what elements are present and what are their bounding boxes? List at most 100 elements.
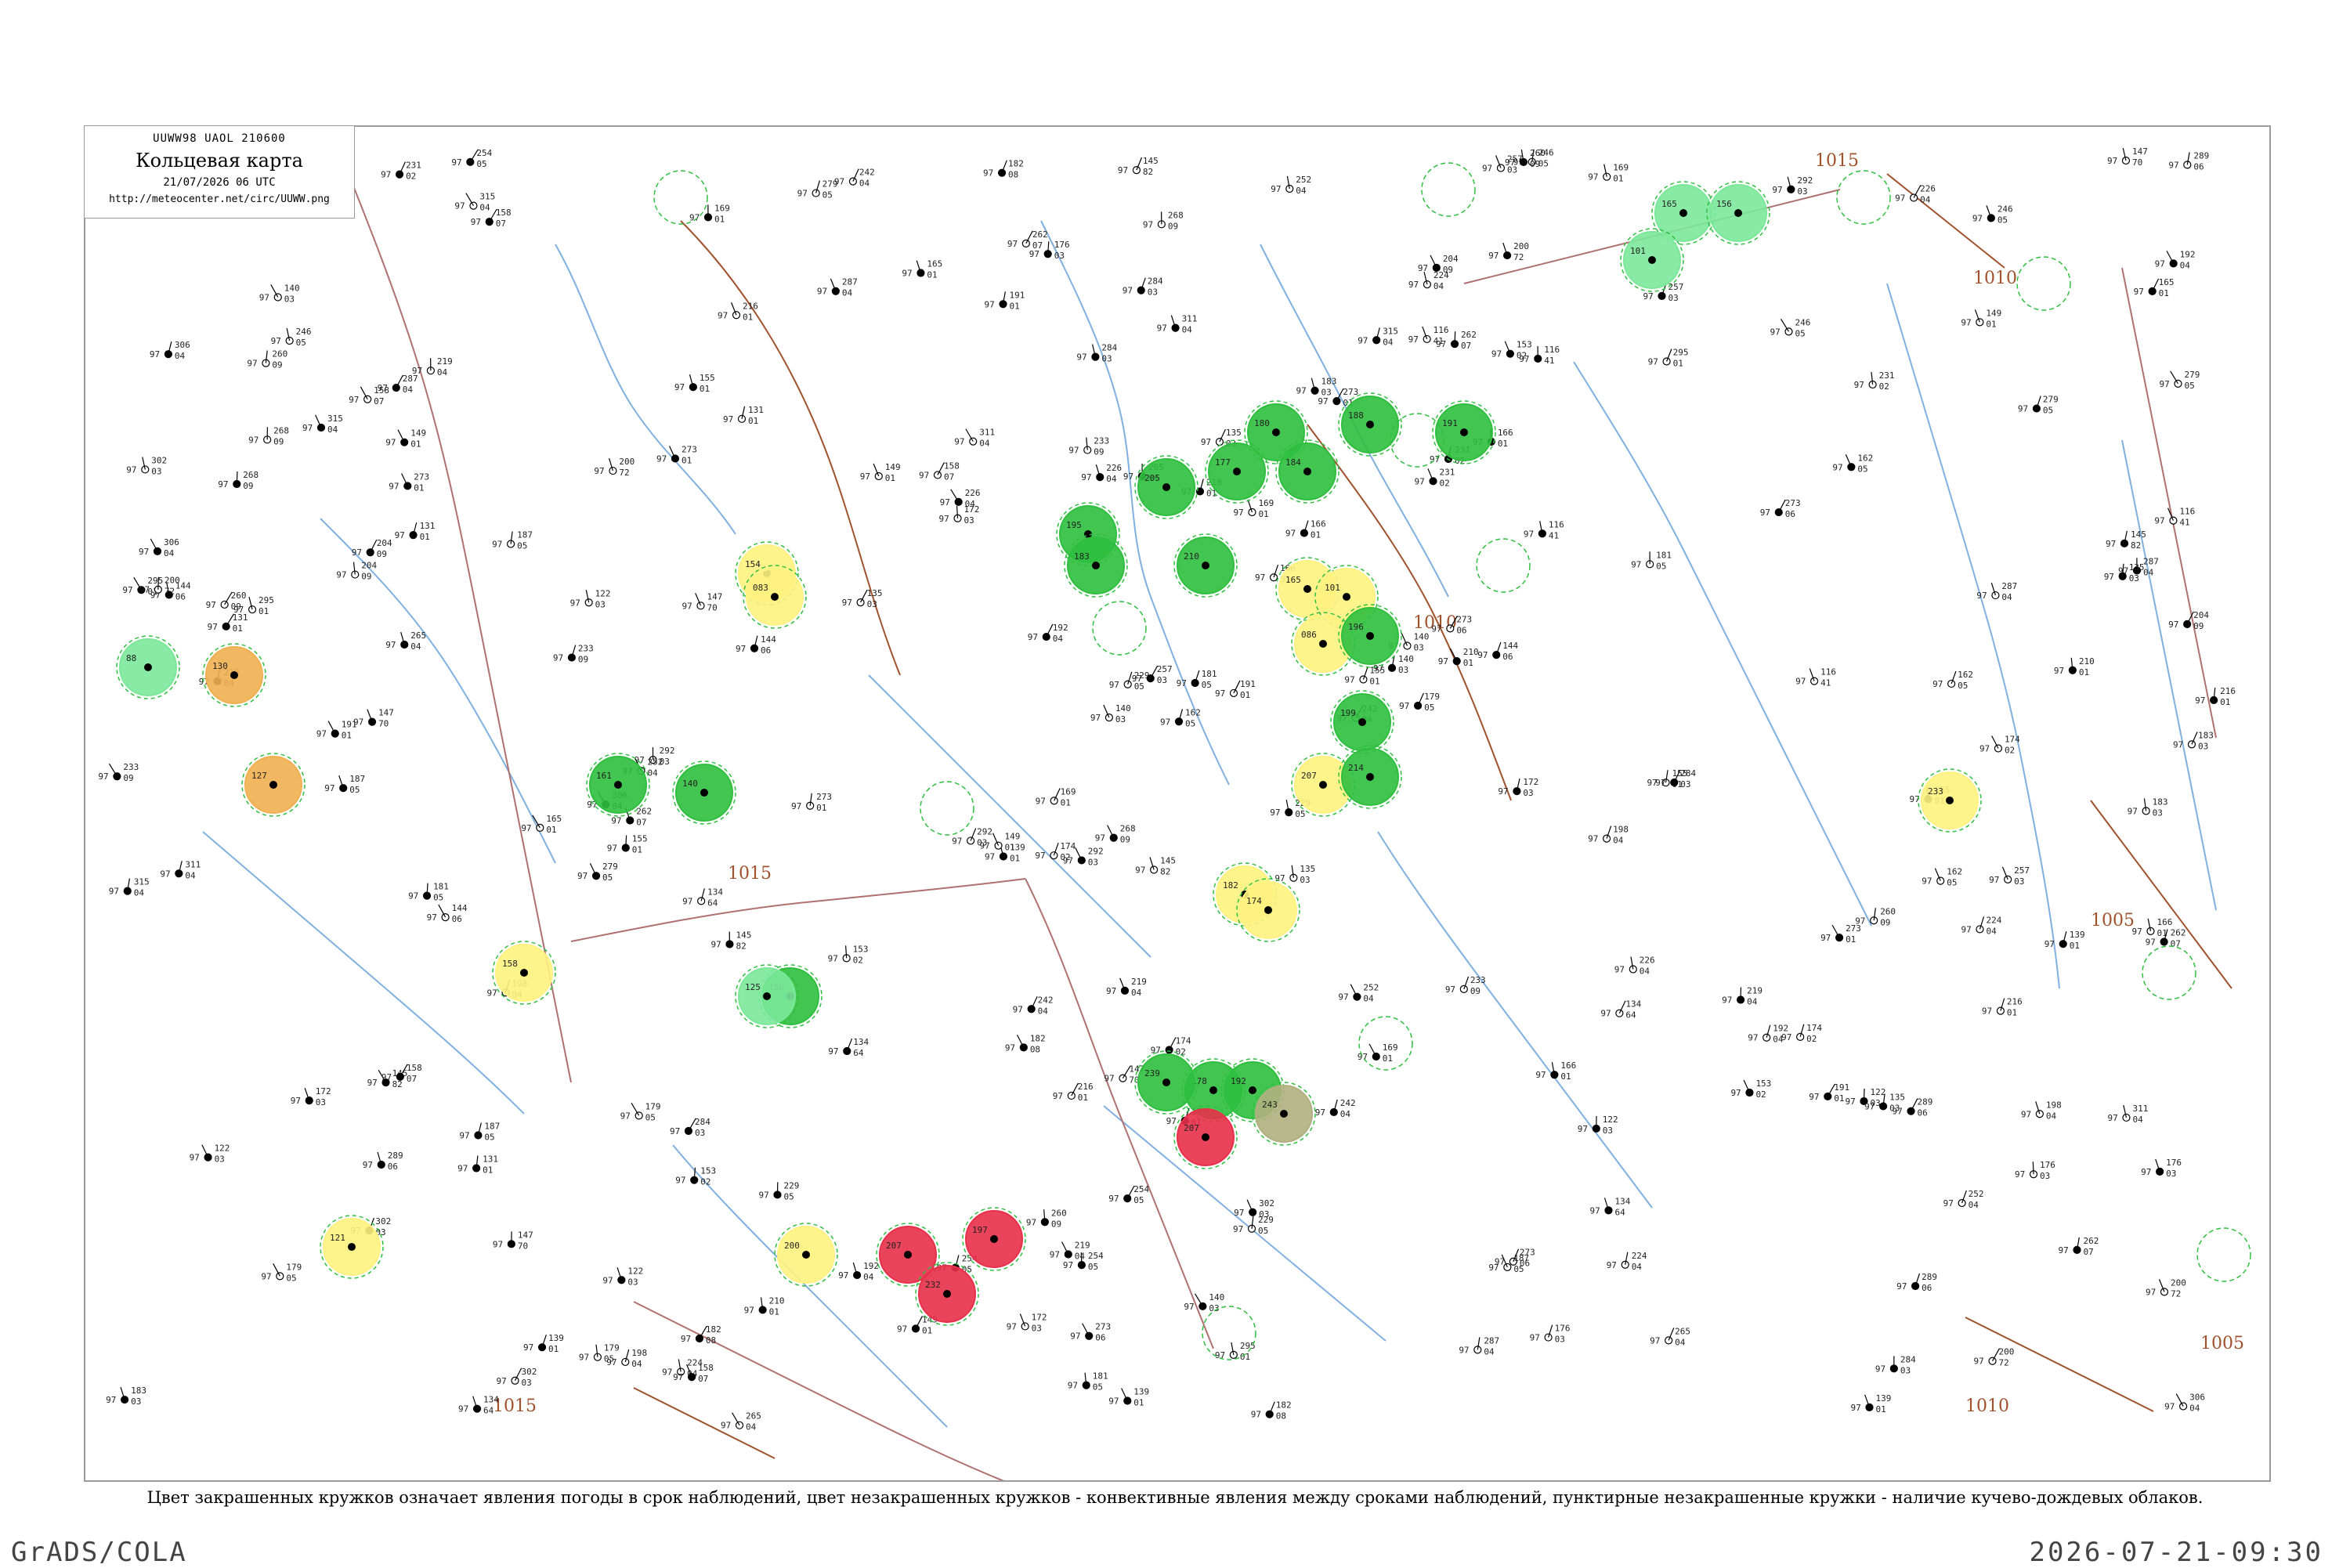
station-plot[interactable]: 2469705 [1972,204,2013,225]
station-plot[interactable]: 1539702 [1491,340,1532,361]
weather-circle[interactable]: 184 [1276,440,1339,503]
station-plot[interactable]: 2109701 [2054,656,2095,677]
station-plot[interactable]: 2009772 [594,457,634,478]
station-plot[interactable]: 2299705 [1109,670,1150,692]
station-plot[interactable]: 2009772 [1488,241,1529,262]
station-plot[interactable]: 2609709 [206,591,247,612]
station-plot[interactable]: 2739701 [791,792,832,813]
station-plot[interactable]: 1359703 [1274,864,1315,885]
station-plot[interactable]: 2429704 [1315,1098,1356,1119]
station-plot[interactable]: 3119704 [1157,314,1198,335]
weather-circle[interactable]: 121 [320,1216,383,1278]
station-plot[interactable]: 2549705 [1108,1184,1149,1205]
station-plot[interactable]: 2739701 [1820,923,1861,945]
station-plot[interactable]: 1839703 [2128,797,2168,818]
weather-circle[interactable]: 88 [117,636,179,699]
station-plot[interactable]: 1229703 [190,1143,230,1165]
station-plot[interactable]: 1819705 [408,882,449,903]
station-plot[interactable]: 3069704 [139,537,179,558]
station-plot[interactable]: 1459782 [2106,529,2146,551]
station-plot[interactable]: 1769703 [2015,1160,2055,1181]
station-plot[interactable]: 2269704 [1614,955,1655,976]
station-plot[interactable]: 1919701 [985,290,1025,311]
station-plot[interactable]: 1359703 [842,588,883,609]
station-plot[interactable]: 2269704 [1895,183,1936,204]
station-plot[interactable]: 1749702 [1979,735,2020,756]
cb-ring[interactable] [1422,163,1475,216]
station-plot[interactable]: 1879705 [324,774,365,795]
station-plot[interactable]: 3159704 [109,877,150,898]
station-plot[interactable]: 1829708 [1251,1400,1292,1422]
station-plot[interactable]: 2579703 [1989,865,2030,887]
station-plot[interactable]: 1879705 [492,530,533,551]
cb-ring[interactable] [2017,257,2070,310]
station-plot[interactable]: 1729703 [1007,1312,1047,1333]
station-plot[interactable]: 1399701 [1851,1393,1892,1414]
station-plot[interactable]: 1399701 [2044,930,2085,951]
weather-circle[interactable]: 197 [963,1208,1025,1270]
station-plot[interactable]: 2169701 [1982,997,2023,1018]
station-plot[interactable]: 3159704 [302,414,343,435]
station-plot[interactable]: 1829708 [983,159,1024,180]
station-plot[interactable]: 1629705 [1932,670,1973,691]
station-plot[interactable]: 1499701 [1961,308,2001,329]
weather-circle[interactable]: 140 [673,761,736,824]
station-plot[interactable]: 1799705 [579,1343,620,1364]
station-plot[interactable]: 1459782 [1118,156,1159,177]
station-plot[interactable]: 2849703 [670,1117,710,1138]
station-plot[interactable]: 1229703 [570,588,611,609]
station-plot[interactable]: 2339709 [1445,975,1486,996]
station-plot[interactable]: 2429704 [1013,995,1054,1016]
station-plot[interactable]: 1989704 [1588,825,1629,846]
station-plot[interactable]: 1929704 [1028,623,1068,644]
station-plot[interactable]: 2339709 [553,644,594,665]
station-plot[interactable]: 2319702 [1415,467,1455,488]
station-plot[interactable]: 1349764 [1589,1196,1630,1217]
station-plot[interactable]: 1839703 [106,1386,146,1407]
weather-circle[interactable]: 199 [1331,691,1394,753]
station-plot[interactable]: 1729703 [291,1086,331,1107]
station-plot[interactable]: 2929703 [952,826,992,847]
station-plot[interactable]: 1659701 [2134,277,2175,298]
station-plot[interactable]: 1399701 [1108,1387,1149,1408]
station-plot[interactable]: 2799705 [2018,395,2059,416]
station-plot[interactable]: 2469705 [1770,317,1810,338]
station-plot[interactable]: 1169741 [1795,667,1836,688]
weather-circle[interactable]: 205 [1135,456,1198,518]
station-plot[interactable]: 2659704 [1650,1326,1690,1347]
cb-ring[interactable] [1837,171,1890,224]
station-plot[interactable]: 2339709 [1068,436,1109,457]
station-plot[interactable]: 1839703 [1296,377,1337,398]
station-plot[interactable]: 1589707 [471,208,512,229]
station-plot[interactable]: 1589707 [919,461,960,482]
cb-ring[interactable] [920,782,974,835]
station-plot[interactable]: 2849703 [1076,343,1117,364]
station-plot[interactable]: 1449706 [736,634,776,656]
station-plot[interactable]: 1499701 [860,462,901,483]
station-plot[interactable]: 1929704 [2155,249,2196,270]
station-plot[interactable]: 1169741 [1408,325,1449,346]
station-plot[interactable]: 2319702 [1854,370,1895,392]
weather-circle[interactable]: 101 [1621,229,1683,291]
station-plot[interactable]: 2169701 [1053,1082,1094,1103]
station-plot[interactable]: 2169701 [718,301,758,322]
station-plot[interactable]: 2879704 [817,277,858,298]
weather-circle[interactable]: 156 [1707,182,1770,244]
station-plot[interactable]: 2249704 [1408,270,1449,291]
station-plot[interactable]: 2199704 [1050,1241,1090,1262]
station-plot[interactable]: 1319701 [457,1154,498,1175]
weather-circle[interactable]: 210 [1174,534,1237,597]
station-plot[interactable]: 1819705 [1631,550,1672,571]
station-plot[interactable]: 1349764 [1600,999,1641,1021]
station-plot[interactable]: 1839703 [2173,730,2214,751]
station-plot[interactable]: 1319701 [395,521,436,542]
station-plot[interactable]: 2109701 [744,1295,785,1317]
weather-circle[interactable]: 083 [743,565,806,628]
station-plot[interactable]: 2899706 [363,1151,403,1172]
station-plot[interactable]: 1409703 [259,283,300,304]
station-plot[interactable]: 1559701 [607,834,648,855]
weather-circle[interactable]: 158 [493,941,555,1004]
station-plot[interactable]: 1479770 [493,1230,533,1251]
station-plot[interactable]: 1659701 [902,259,942,280]
map-url[interactable]: http://meteocenter.net/circ/UUWW.png [85,193,354,205]
